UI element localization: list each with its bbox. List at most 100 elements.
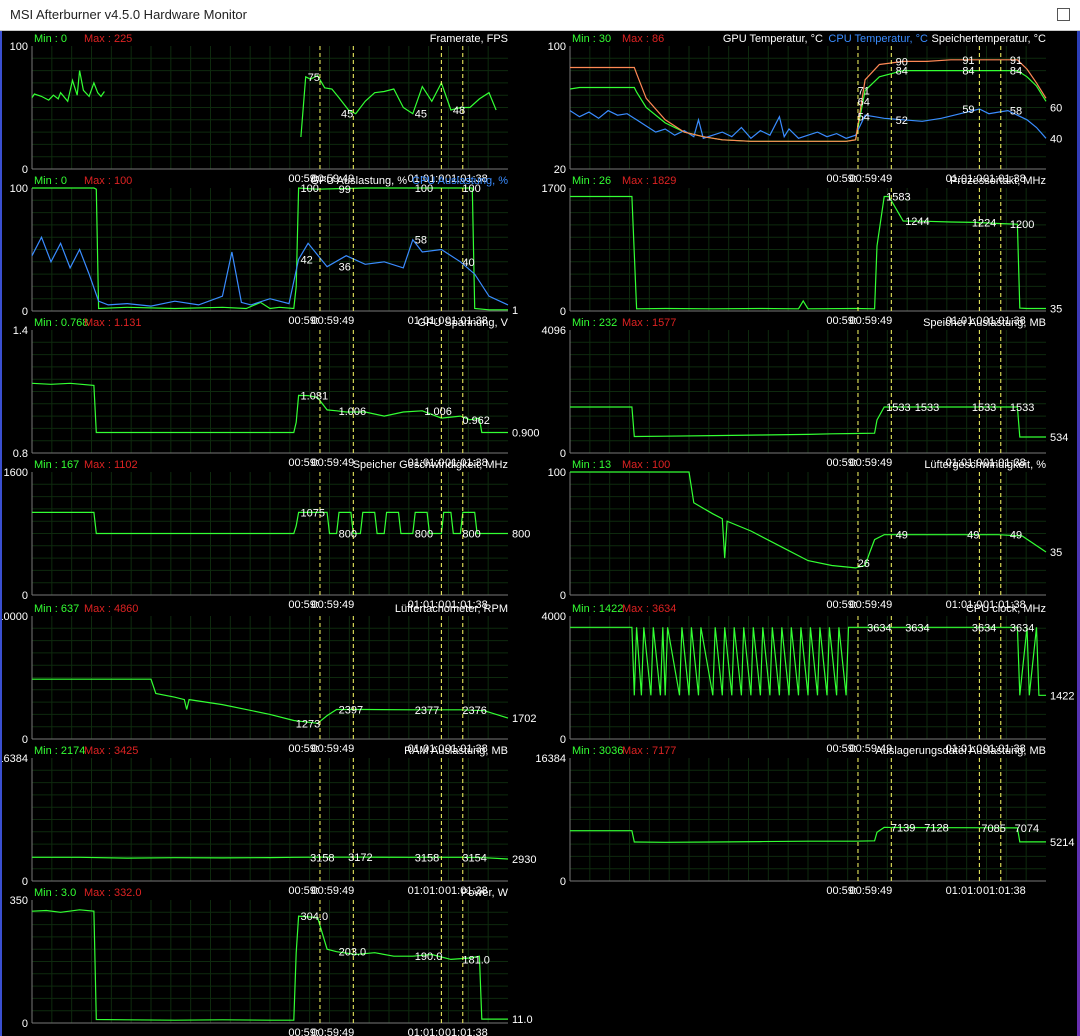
value-marker: 35 xyxy=(1050,303,1062,315)
min-label: Min : 0 xyxy=(34,175,67,187)
max-label: Max : 225 xyxy=(84,33,132,45)
value-marker: 100 xyxy=(301,183,319,195)
value-marker: 800 xyxy=(339,529,357,541)
value-marker: 52 xyxy=(896,115,908,127)
graph-grid xyxy=(570,46,1046,169)
value-marker: 534 xyxy=(1050,432,1068,444)
graph-gpu_voltage[interactable]: Min : 0.768Max : 1.131 GPU Spannung, V 1.4… xyxy=(13,317,540,469)
time-label: 01:01:0 xyxy=(408,1027,445,1036)
value-marker: 75 xyxy=(308,72,320,84)
value-marker: 84 xyxy=(1010,66,1022,78)
value-marker: 0.900 xyxy=(512,428,540,440)
min-label: Min : 0.768 xyxy=(34,317,88,329)
value-marker: 203.0 xyxy=(339,947,367,959)
graph-grid xyxy=(570,616,1046,739)
series-line-0 xyxy=(31,70,497,138)
value-marker: 45 xyxy=(415,109,427,121)
graph-power[interactable]: Min : 3.0 Max : 332.0 Power, W 350 0 304.0 203… xyxy=(10,887,533,1036)
time-label: 00:59:49 xyxy=(849,885,892,897)
graph-title: Prozessortakt, MHz xyxy=(950,175,1046,187)
y-axis-bottom-label: 0 xyxy=(560,876,566,888)
value-marker: 3634 xyxy=(972,622,996,634)
y-axis-top-label: 10000 xyxy=(2,611,28,623)
max-label: Max : 3634 xyxy=(622,603,676,615)
value-marker: 3634 xyxy=(867,622,891,634)
window-titlebar[interactable]: MSI Afterburner v4.5.0 Hardware Monitor xyxy=(0,0,1080,31)
time-label: 00:59:49 xyxy=(311,885,354,897)
time-label: 00:59:49 xyxy=(311,743,354,755)
max-label: Max : 1577 xyxy=(622,317,676,329)
y-axis-bottom-label: 0 xyxy=(560,734,566,746)
graph-memory_usage[interactable]: Min : 232 Max : 1577 Speicher Auslastung, … xyxy=(542,317,1069,469)
graph-fan_tacho[interactable]: Min : 637 Max : 4860 Lüftertachometer, RPM… xyxy=(2,603,536,755)
max-label: Max : 4860 xyxy=(84,603,138,615)
value-marker: 2376 xyxy=(462,705,486,717)
value-marker: 2377 xyxy=(415,705,439,717)
graph-title: GPU Auslastung, % xyxy=(310,175,407,187)
value-marker: 304.0 xyxy=(301,911,329,923)
y-axis-bottom-label: 0 xyxy=(22,306,28,318)
graph-cpu_clock[interactable]: Min : 1422Max : 3634 CPU clock, MHz 4000 0 3… xyxy=(542,603,1075,755)
y-axis-bottom-label: 0 xyxy=(22,164,28,176)
value-marker: 40 xyxy=(462,257,474,269)
time-label: 00:59:49 xyxy=(849,315,892,327)
time-label: 01:01:38 xyxy=(445,1027,488,1036)
time-label: 00:59:49 xyxy=(849,457,892,469)
value-marker: 3172 xyxy=(348,852,372,864)
graph-grid xyxy=(32,616,508,739)
y-axis-bottom-label: 20 xyxy=(554,164,566,176)
y-axis-top-label: 1.4 xyxy=(13,325,28,337)
y-axis-bottom-label: 0 xyxy=(22,876,28,888)
time-label: 00:59:49 xyxy=(311,1027,354,1036)
min-label: Min : 3.0 xyxy=(34,887,76,899)
y-axis-top-label: 1600 xyxy=(4,467,28,479)
value-marker: 49 xyxy=(967,530,979,542)
min-label: Min : 167 xyxy=(34,459,79,471)
y-axis-top-label: 100 xyxy=(548,467,566,479)
value-marker: 40 xyxy=(1050,133,1062,145)
graph-fan_speed[interactable]: Min : 13 Max : 100 Lüftergeschwindigkeit, … xyxy=(548,459,1063,611)
time-label: 00:59:49 xyxy=(311,457,354,469)
graph-title: Speicher Auslastung, MB xyxy=(923,317,1046,329)
maximize-icon[interactable] xyxy=(1057,8,1070,21)
graph-title-3: Speichertemperatur, °C xyxy=(932,33,1047,45)
max-label: Max : 100 xyxy=(84,175,132,187)
graph-framerate[interactable]: Min : 0 Max : 225 Framerate, FPS 100 0 75 45 45… xyxy=(10,33,508,185)
value-marker: 1533 xyxy=(915,402,939,414)
time-label: 00:59:49 xyxy=(311,599,354,611)
max-label: Max : 100 xyxy=(622,459,670,471)
max-label: Max : 1.131 xyxy=(84,317,141,329)
value-marker: 64 xyxy=(858,96,870,108)
value-marker: 1422 xyxy=(1050,690,1074,702)
value-marker: 1702 xyxy=(512,713,536,725)
graph-pagefile_usage[interactable]: Min : 3036Max : 7177 Auslagerungsdatei Au… xyxy=(535,745,1074,897)
graph-title: CPU clock, MHz xyxy=(966,603,1046,615)
graph-core_clock[interactable]: Min : 26 Max : 1829 Prozessortakt, MHz 1700… xyxy=(542,175,1063,327)
value-marker: 190.0 xyxy=(415,951,443,963)
time-label: 00:59:49 xyxy=(849,599,892,611)
value-marker: 800 xyxy=(462,529,480,541)
graph-gpu_usage[interactable]: Min : 0 Max : 100 CPU Auslastung, %GPU Aus… xyxy=(10,175,518,327)
value-marker: 1200 xyxy=(1010,219,1034,231)
graph-ram_usage[interactable]: Min : 2174Max : 3425 RAM Auslastung, MB 16… xyxy=(2,745,536,897)
y-axis-bottom-label: 0 xyxy=(22,734,28,746)
graph-title: Speicher Geschwindigkeit, MHz xyxy=(353,459,508,471)
value-marker: 100 xyxy=(462,183,480,195)
value-marker: 1075 xyxy=(301,507,325,519)
y-axis-bottom-label: 0.8 xyxy=(13,448,28,460)
value-marker: 181.0 xyxy=(462,954,490,966)
y-axis-bottom-label: 0 xyxy=(22,590,28,602)
graph-memory_clock[interactable]: Min : 167 Max : 1102 Speicher Geschwindigk… xyxy=(4,459,531,611)
value-marker: 3154 xyxy=(462,852,486,864)
value-marker: 3158 xyxy=(310,852,334,864)
value-marker: 100 xyxy=(415,183,433,195)
graph-grid xyxy=(570,758,1046,881)
value-marker: 49 xyxy=(1010,530,1022,542)
value-marker: 1244 xyxy=(905,216,929,228)
hardware-monitor-graphs[interactable]: Min : 0 Max : 225 Framerate, FPS10007545 45… xyxy=(2,31,1077,1036)
value-marker: 800 xyxy=(415,529,433,541)
graph-temperature[interactable]: Min : 30 Max : 86 Speichertemperatur, °C CP… xyxy=(548,33,1063,185)
min-label: Min : 232 xyxy=(572,317,617,329)
value-marker: 1583 xyxy=(886,191,910,203)
value-marker: 48 xyxy=(453,105,465,117)
